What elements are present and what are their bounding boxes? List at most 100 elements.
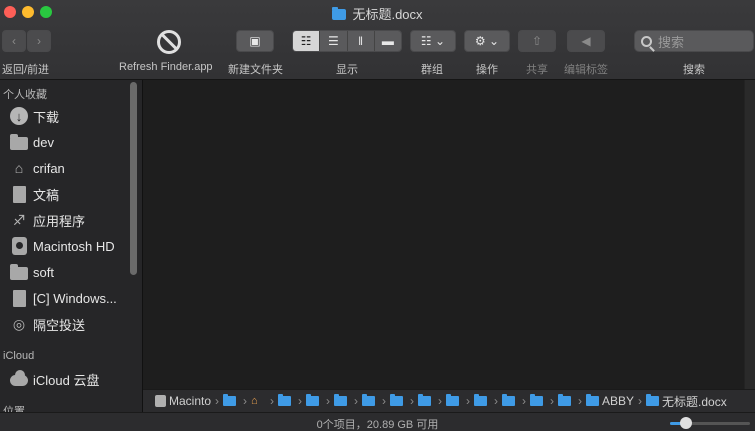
path-crumb[interactable] [334, 394, 350, 406]
sidebar-item-macintosh-hd[interactable]: Macintosh HD [10, 236, 115, 256]
list-view-button[interactable]: ☰ [320, 31, 348, 51]
path-crumb[interactable] [223, 394, 239, 406]
status-text: 0个项目，20.89 GB 可用 [316, 419, 439, 431]
path-crumb[interactable] [558, 394, 574, 406]
chevron-right-icon: › [522, 394, 526, 408]
path-crumb[interactable] [502, 394, 518, 406]
sidebar-item-dev[interactable]: dev [10, 132, 54, 152]
folder-icon [332, 7, 347, 20]
chevron-right-icon: › [438, 394, 442, 408]
edit-tags-button[interactable]: ◀ [567, 30, 605, 52]
share-button[interactable]: ⇧ [518, 30, 556, 52]
nav-label: 返回/前进 [2, 64, 50, 76]
back-button[interactable]: ‹ [2, 30, 26, 52]
column-view-button[interactable]: ‖ [347, 31, 375, 51]
sidebar-item-label: 下载 [33, 109, 60, 125]
list-icon: ☰ [327, 34, 339, 48]
chevron-right-icon: › [494, 394, 498, 408]
icon-view-button[interactable]: ☷ [293, 31, 321, 51]
sidebar-item-label: dev [33, 134, 54, 150]
chevron-right-icon: › [326, 394, 330, 408]
path-crumb[interactable] [390, 394, 406, 406]
folder-icon [10, 264, 28, 280]
path-crumb[interactable] [362, 394, 378, 406]
new-folder-icon: ▣ [249, 34, 261, 48]
path-crumb[interactable] [278, 394, 294, 406]
view-mode-control: ☷ ☰ ‖ ▬ [292, 30, 402, 52]
locations-heading: 位置 [3, 406, 25, 412]
refresh-finder-button[interactable] [157, 30, 181, 54]
icon-size-slider[interactable] [670, 417, 750, 429]
icloud-heading: iCloud [3, 350, 35, 362]
folder-icon [418, 394, 431, 406]
folder-icon [334, 394, 347, 406]
folder-icon [278, 394, 291, 406]
chevron-left-icon: ‹ [12, 34, 16, 48]
path-crumb[interactable] [418, 394, 434, 406]
forward-button[interactable]: › [27, 30, 51, 52]
search-field[interactable]: 搜索 [634, 30, 754, 52]
crumb-label: ABBY [602, 394, 635, 408]
path-crumb[interactable] [446, 394, 462, 406]
folder-icon [474, 394, 487, 406]
favorites-heading: 个人收藏 [3, 89, 47, 101]
file-list-area[interactable] [143, 80, 755, 389]
crumb-label: Macintosh HD [169, 394, 211, 408]
chevron-right-icon: › [37, 34, 41, 48]
view-label: 显示 [336, 64, 358, 76]
sidebar: 个人收藏 ↓ 下载 dev ⌂ crifan 文稿 ♐ 应用程序 Macinto… [0, 80, 143, 412]
path-crumb-abby[interactable]: ABBY [586, 394, 634, 408]
folder-icon [558, 394, 571, 406]
path-crumb[interactable] [474, 394, 490, 406]
path-bar: Macintosh HD › › ⌂› › › › › › › › › › › … [143, 389, 755, 412]
action-label: 操作 [476, 64, 498, 76]
hard-disk-icon [11, 237, 27, 255]
sidebar-item-airdrop[interactable]: ◎ 隔空投送 [10, 314, 85, 334]
path-crumb[interactable] [530, 394, 546, 406]
search-icon [641, 35, 652, 47]
toolbar: 无标题.docx ‹ › 返回/前进 Refresh Finder.app ▣ … [0, 0, 755, 80]
chevron-down-icon: ⌄ [435, 34, 446, 48]
folder-icon [586, 394, 599, 406]
folder-icon [502, 394, 515, 406]
chevron-right-icon: › [466, 394, 470, 408]
gallery-view-button[interactable]: ▬ [374, 31, 401, 51]
crumb-label: 无标题.docx [662, 394, 727, 409]
sidebar-item-applications[interactable]: ♐ 应用程序 [10, 210, 85, 230]
document-icon [12, 289, 26, 307]
sidebar-item-icloud-drive[interactable]: iCloud 云盘 [10, 369, 99, 389]
sidebar-item-label: 隔空投送 [33, 317, 86, 333]
content-scrollbar[interactable] [744, 80, 755, 389]
group-label: 群组 [421, 64, 443, 76]
group-button[interactable]: ☷ ⌄ [410, 30, 456, 52]
chevron-right-icon: › [638, 394, 643, 408]
new-folder-label: 新建文件夹 [228, 64, 283, 76]
sidebar-item-label: iCloud 云盘 [33, 372, 100, 388]
folder-icon [223, 394, 236, 406]
path-crumb[interactable] [306, 394, 322, 406]
path-crumb-macintosh-hd[interactable]: Macintosh HD [155, 394, 211, 408]
sidebar-item-crifan[interactable]: ⌂ crifan [10, 158, 65, 178]
new-folder-button[interactable]: ▣ [236, 30, 274, 52]
refresh-label: Refresh Finder.app [119, 61, 213, 73]
gear-icon: ⚙ [474, 34, 486, 48]
chevron-right-icon: › [243, 394, 247, 408]
path-crumb-current[interactable]: 无标题.docx [646, 393, 727, 410]
action-button[interactable]: ⚙ ⌄ [464, 30, 510, 52]
chevron-right-icon: › [354, 394, 358, 408]
grid-icon: ☷ [300, 34, 312, 48]
sidebar-item-downloads[interactable]: ↓ 下载 [10, 106, 59, 126]
sidebar-scrollbar[interactable] [130, 82, 137, 275]
sidebar-item-windows[interactable]: [C] Windows... [10, 288, 117, 308]
sidebar-item-documents[interactable]: 文稿 [10, 184, 59, 204]
path-crumb-home[interactable]: ⌂ [251, 395, 266, 407]
folder-icon [10, 134, 28, 150]
sidebar-item-label: crifan [33, 160, 65, 176]
documents-icon [12, 185, 26, 203]
chevron-right-icon: › [550, 394, 554, 408]
chevron-right-icon: › [270, 394, 274, 408]
sidebar-item-soft[interactable]: soft [10, 262, 54, 282]
search-placeholder: 搜索 [658, 34, 685, 50]
slider-knob[interactable] [680, 417, 692, 429]
folder-icon [362, 394, 375, 406]
